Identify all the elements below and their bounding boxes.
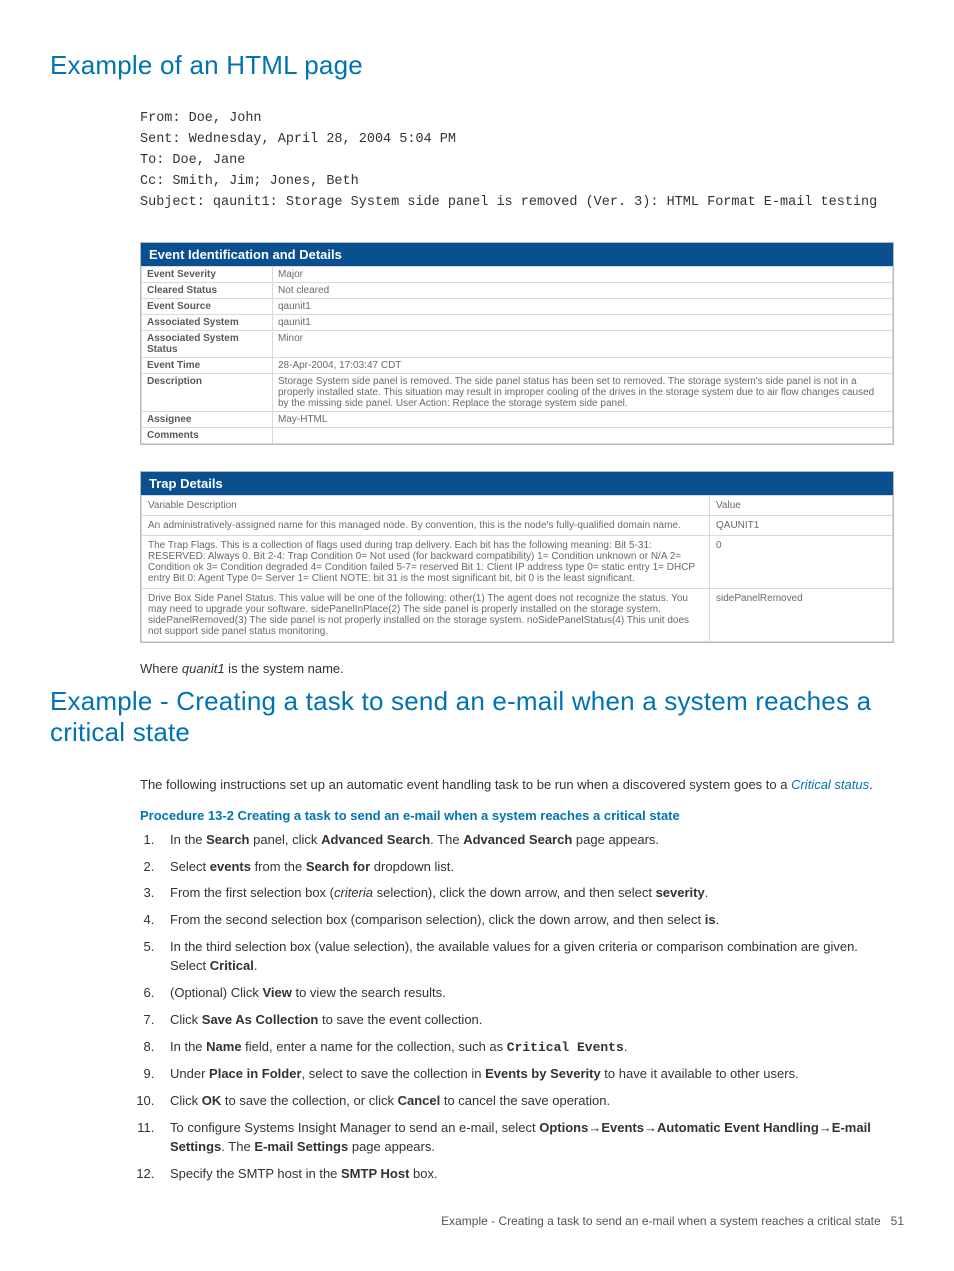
td-val: QAUNIT1	[710, 515, 893, 535]
kv-val: Not cleared	[273, 282, 893, 298]
step-3: From the first selection box (criteria s…	[158, 884, 894, 903]
step-11: To configure Systems Insight Manager to …	[158, 1119, 894, 1157]
table-row: AssigneeMay-HTML	[142, 411, 893, 427]
procedure-steps: In the Search panel, click Advanced Sear…	[140, 831, 894, 1184]
arrow-icon: →	[644, 1120, 657, 1135]
th-val: Value	[710, 495, 893, 515]
where-note: Where quanit1 is the system name.	[140, 661, 894, 676]
trap-details-title: Trap Details	[141, 472, 893, 495]
table-header-row: Variable Description Value	[142, 495, 893, 515]
intro-post: .	[869, 777, 873, 792]
step-5: In the third selection box (value select…	[158, 938, 894, 976]
intro-paragraph: The following instructions set up an aut…	[140, 776, 894, 794]
kv-val: Minor	[273, 330, 893, 357]
step-4: From the second selection box (compariso…	[158, 911, 894, 930]
td-val: sidePanelRemoved	[710, 588, 893, 641]
email-from: From: Doe, John	[140, 111, 262, 126]
kv-val: qaunit1	[273, 314, 893, 330]
kv-val: Major	[273, 266, 893, 282]
table-row: The Trap Flags. This is a collection of …	[142, 535, 893, 588]
event-details-table: Event SeverityMajor Cleared StatusNot cl…	[141, 266, 893, 444]
table-row: Comments	[142, 427, 893, 443]
email-subject: Subject: qaunit1: Storage System side pa…	[140, 195, 877, 210]
intro-pre: The following instructions set up an aut…	[140, 777, 791, 792]
trap-details-panel: Trap Details Variable Description Value …	[140, 471, 894, 643]
arrow-icon: →	[819, 1120, 832, 1135]
email-cc: Cc: Smith, Jim; Jones, Beth	[140, 174, 359, 189]
step-6: (Optional) Click View to view the search…	[158, 984, 894, 1003]
email-block: From: Doe, John Sent: Wednesday, April 2…	[140, 109, 894, 676]
procedure-title: Procedure 13-2 Creating a task to send a…	[140, 808, 894, 823]
step-10: Click OK to save the collection, or clic…	[158, 1092, 894, 1111]
page-footer: Example - Creating a task to send an e-m…	[50, 1214, 904, 1228]
kv-key: Event Severity	[142, 266, 273, 282]
table-row: Event SeverityMajor	[142, 266, 893, 282]
kv-val: May-HTML	[273, 411, 893, 427]
where-sysname: quanit1	[182, 661, 225, 676]
kv-key: Assignee	[142, 411, 273, 427]
step-12: Specify the SMTP host in the SMTP Host b…	[158, 1165, 894, 1184]
td-desc: The Trap Flags. This is a collection of …	[142, 535, 710, 588]
step-7: Click Save As Collection to save the eve…	[158, 1011, 894, 1030]
td-desc: Drive Box Side Panel Status. This value …	[142, 588, 710, 641]
kv-key: Comments	[142, 427, 273, 443]
where-pre: Where	[140, 661, 182, 676]
kv-key: Cleared Status	[142, 282, 273, 298]
table-row: Associated Systemqaunit1	[142, 314, 893, 330]
table-row: Event Time28-Apr-2004, 17:03:47 CDT	[142, 357, 893, 373]
intro-ital: Critical status	[791, 777, 869, 792]
kv-key: Event Source	[142, 298, 273, 314]
kv-val: Storage System side panel is removed. Th…	[273, 373, 893, 411]
table-row: Associated System StatusMinor	[142, 330, 893, 357]
kv-val: 28-Apr-2004, 17:03:47 CDT	[273, 357, 893, 373]
kv-key: Associated System Status	[142, 330, 273, 357]
step-8: In the Name field, enter a name for the …	[158, 1038, 894, 1058]
heading-example-html-page: Example of an HTML page	[50, 50, 904, 81]
step-9: Under Place in Folder, select to save th…	[158, 1065, 894, 1084]
th-desc: Variable Description	[142, 495, 710, 515]
trap-details-table: Variable Description Value An administra…	[141, 495, 893, 642]
step-2: Select events from the Search for dropdo…	[158, 858, 894, 877]
step-1: In the Search panel, click Advanced Sear…	[158, 831, 894, 850]
arrow-icon: →	[588, 1120, 601, 1135]
kv-key: Description	[142, 373, 273, 411]
heading-create-task: Example - Creating a task to send an e-m…	[50, 686, 904, 748]
table-row: Event Sourceqaunit1	[142, 298, 893, 314]
email-sent: Sent: Wednesday, April 28, 2004 5:04 PM	[140, 132, 456, 147]
td-desc: An administratively-assigned name for th…	[142, 515, 710, 535]
procedure-block: The following instructions set up an aut…	[140, 776, 894, 1184]
kv-val: qaunit1	[273, 298, 893, 314]
email-to: To: Doe, Jane	[140, 153, 245, 168]
table-row: An administratively-assigned name for th…	[142, 515, 893, 535]
event-details-panel: Event Identification and Details Event S…	[140, 242, 894, 445]
kv-val	[273, 427, 893, 443]
table-row: Cleared StatusNot cleared	[142, 282, 893, 298]
kv-key: Associated System	[142, 314, 273, 330]
email-headers: From: Doe, John Sent: Wednesday, April 2…	[140, 109, 894, 214]
td-val: 0	[710, 535, 893, 588]
footer-text: Example - Creating a task to send an e-m…	[441, 1214, 881, 1228]
footer-page-number: 51	[891, 1214, 904, 1228]
table-row: DescriptionStorage System side panel is …	[142, 373, 893, 411]
event-details-title: Event Identification and Details	[141, 243, 893, 266]
kv-key: Event Time	[142, 357, 273, 373]
table-row: Drive Box Side Panel Status. This value …	[142, 588, 893, 641]
where-post: is the system name.	[225, 661, 344, 676]
